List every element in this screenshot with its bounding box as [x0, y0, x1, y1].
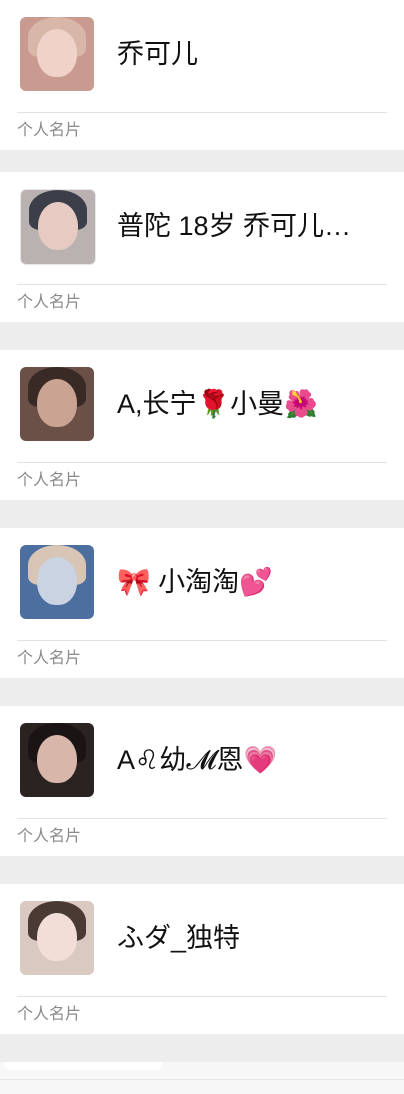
contact-name: 普陀 18岁 乔可儿… [117, 211, 352, 241]
avatar [20, 901, 94, 975]
divider [17, 462, 387, 463]
contact-card[interactable]: A♌幼𝓜恩💗 个人名片 [0, 706, 404, 856]
contact-card-header[interactable]: A,长宁🌹小曼🌺 [0, 350, 404, 463]
contact-card-header[interactable]: 🎀 小淘淘💕 [0, 528, 404, 641]
contact-card-header[interactable]: 乔可儿 [0, 0, 404, 113]
divider [17, 818, 387, 819]
card-type-label: 个人名片 [17, 472, 82, 489]
bottom-divider [0, 1079, 404, 1080]
contact-card[interactable]: ふダ_独特 个人名片 [0, 884, 404, 1034]
contact-name: 乔可儿 [117, 39, 198, 69]
avatar [20, 545, 94, 619]
avatar [20, 189, 96, 265]
contact-card-header[interactable]: A♌幼𝓜恩💗 [0, 706, 404, 819]
avatar [20, 723, 94, 797]
contact-card-header[interactable]: ふダ_独特 [0, 884, 404, 997]
next-card-top [4, 1062, 162, 1070]
contact-card[interactable]: 普陀 18岁 乔可儿… 个人名片 [0, 172, 404, 322]
contact-card-header[interactable]: 普陀 18岁 乔可儿… [0, 172, 404, 285]
divider [17, 112, 387, 113]
contact-name: A,长宁🌹小曼🌺 [117, 389, 318, 419]
divider [17, 640, 387, 641]
divider [17, 284, 387, 285]
contact-card[interactable]: A,长宁🌹小曼🌺 个人名片 [0, 350, 404, 500]
contact-name: 🎀 小淘淘💕 [117, 567, 273, 597]
card-type-label: 个人名片 [17, 294, 82, 311]
card-type-label: 个人名片 [17, 122, 82, 139]
divider [17, 996, 387, 997]
card-type-label: 个人名片 [17, 828, 82, 845]
card-type-label: 个人名片 [17, 650, 82, 667]
contact-card[interactable]: 乔可儿 个人名片 [0, 0, 404, 150]
avatar [20, 367, 94, 441]
contact-card[interactable]: 🎀 小淘淘💕 个人名片 [0, 528, 404, 678]
contact-name: A♌幼𝓜恩💗 [117, 745, 278, 775]
card-type-label: 个人名片 [17, 1006, 82, 1023]
contact-name: ふダ_独特 [117, 923, 241, 953]
avatar [20, 17, 94, 91]
